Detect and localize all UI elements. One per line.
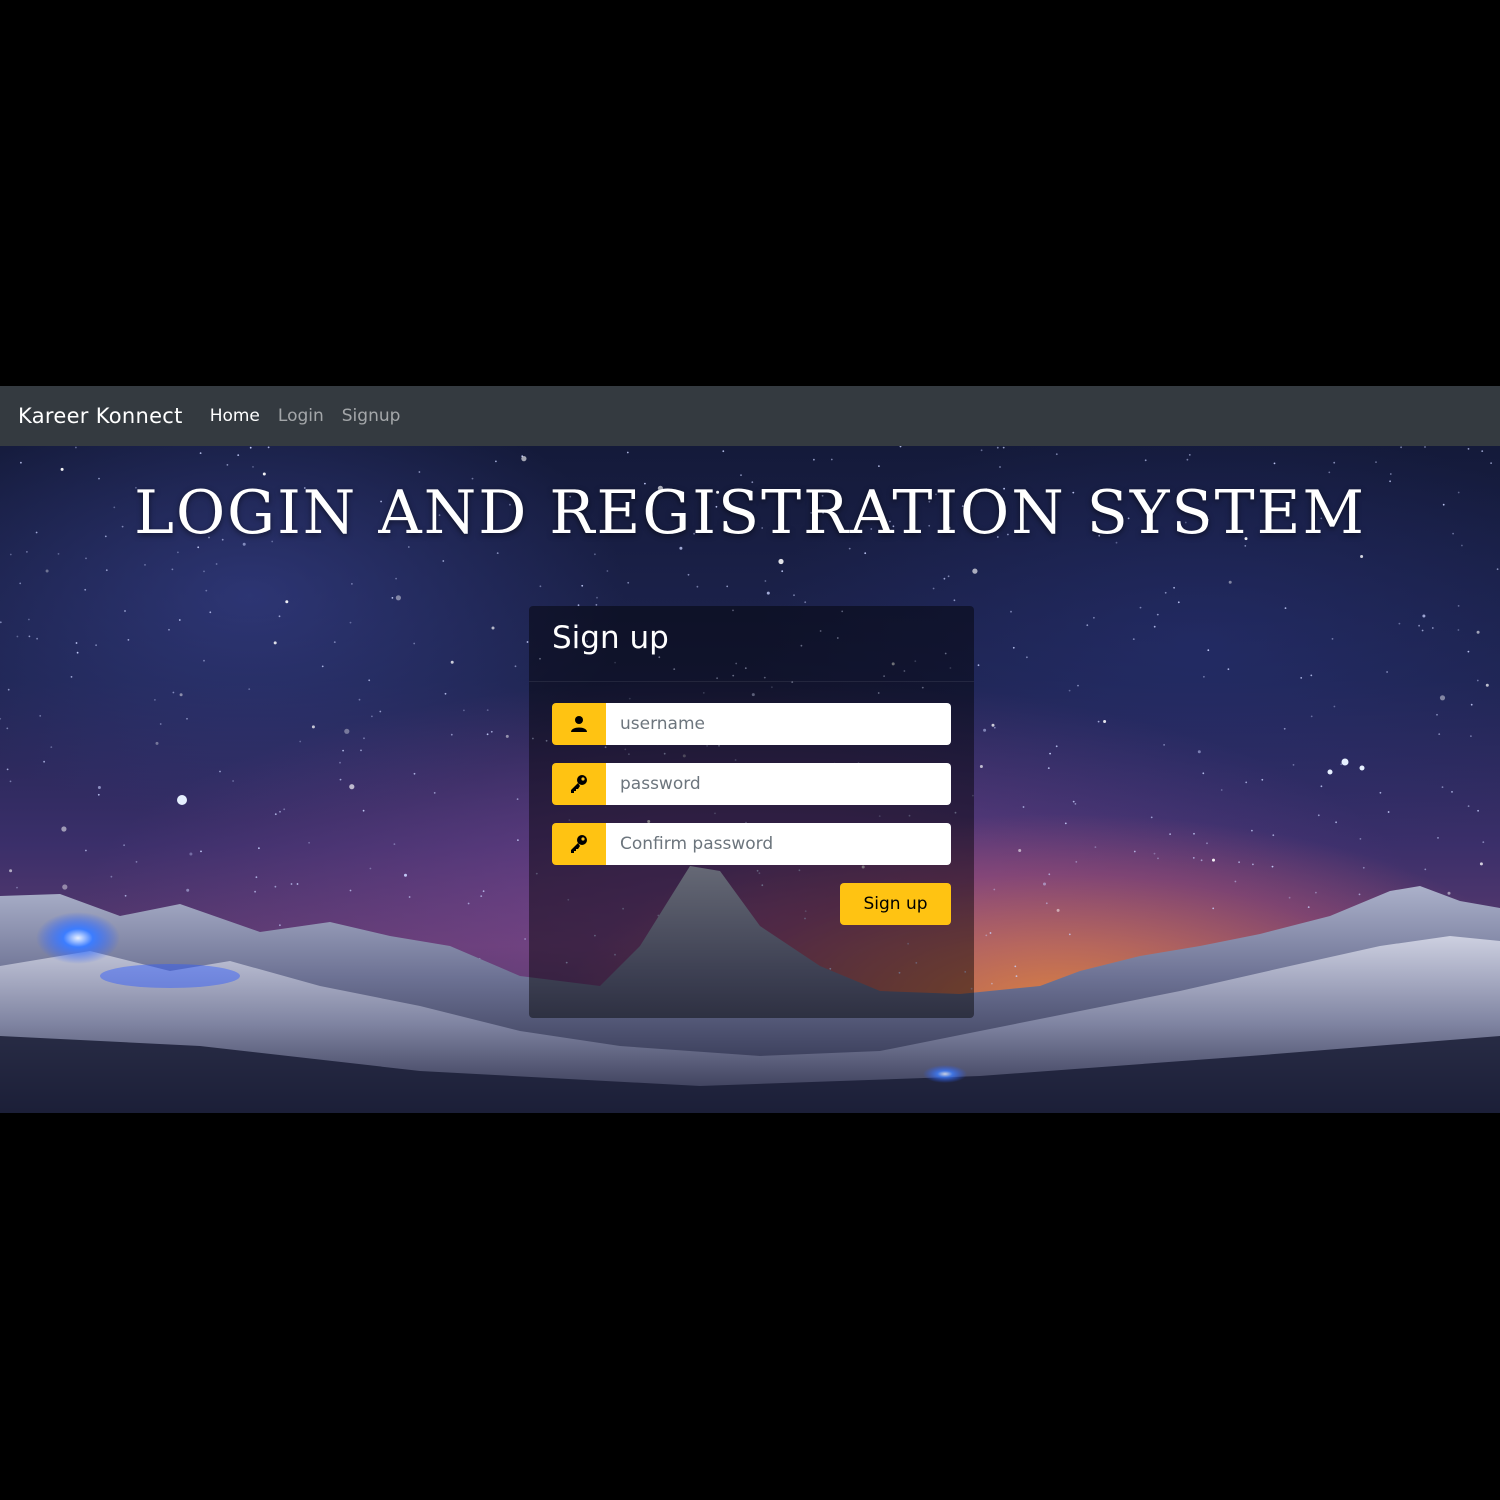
nav-link-signup[interactable]: Signup — [342, 406, 401, 426]
app-screen: Kareer Konnect Home Login Signup LOGIN A… — [0, 386, 1500, 1113]
confirm-password-field-group — [552, 823, 951, 865]
key-icon — [552, 823, 606, 865]
user-icon — [552, 703, 606, 745]
navbar: Kareer Konnect Home Login Signup — [0, 386, 1500, 446]
password-field-group — [552, 763, 951, 805]
password-input[interactable] — [606, 763, 951, 805]
signup-card: Sign up username Sign up — [529, 606, 974, 1018]
page-headline: LOGIN AND REGISTRATION SYSTEM — [134, 478, 1366, 548]
hero-background: LOGIN AND REGISTRATION SYSTEM Sign up us… — [0, 446, 1500, 1113]
key-icon — [552, 763, 606, 805]
username-input[interactable] — [606, 703, 951, 745]
brand-logo-text[interactable]: Kareer Konnect — [18, 404, 183, 428]
confirm-password-input[interactable] — [606, 823, 951, 865]
signup-card-header: Sign up — [529, 606, 974, 682]
nav-link-home[interactable]: Home — [210, 406, 260, 426]
signup-button[interactable]: Sign up — [840, 883, 951, 925]
signup-card-title: Sign up — [552, 620, 669, 656]
username-field-group — [552, 703, 951, 745]
nav-link-login[interactable]: Login — [278, 406, 324, 426]
